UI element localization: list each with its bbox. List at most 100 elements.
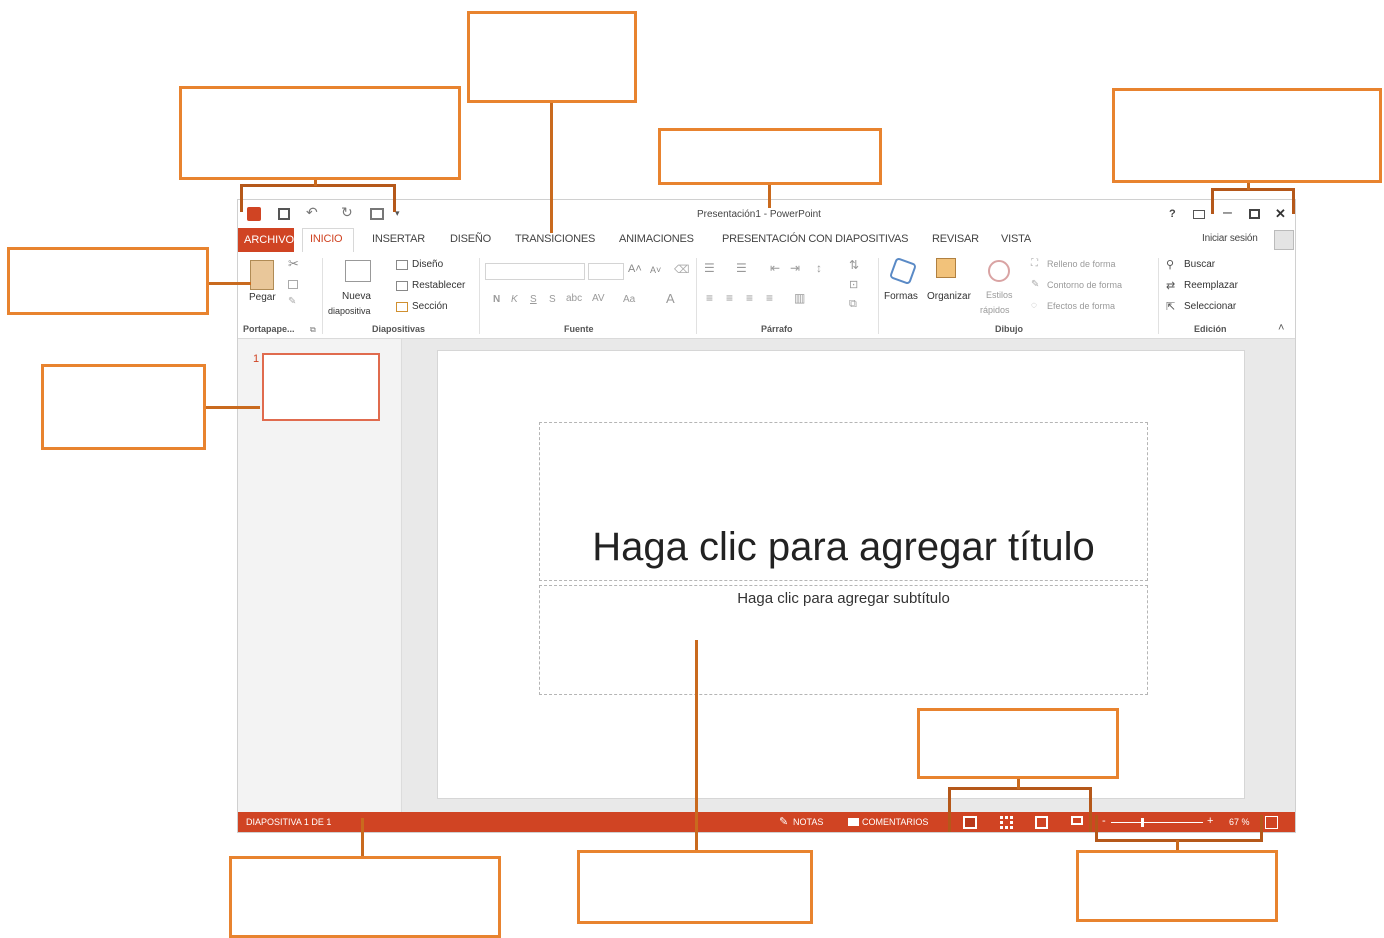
line-spacing-icon[interactable]: ↕ xyxy=(816,261,822,275)
align-center-icon[interactable]: ≡ xyxy=(726,291,733,305)
arrange-icon[interactable] xyxy=(936,258,956,278)
clipboard-group-label: Portapape... xyxy=(243,324,295,334)
new-slide-label-2[interactable]: diapositiva xyxy=(328,306,371,316)
tab-inicio[interactable]: INICIO xyxy=(310,233,343,245)
shape-outline-button[interactable]: Contorno de forma xyxy=(1047,280,1122,290)
shape-fill-button[interactable]: Relleno de forma xyxy=(1047,259,1116,269)
tab-vista[interactable]: VISTA xyxy=(1001,233,1031,245)
select-icon[interactable]: ⇱ xyxy=(1166,300,1175,313)
callout-title-bar xyxy=(658,128,882,185)
cut-icon[interactable]: ✂ xyxy=(288,256,299,272)
find-button[interactable]: Buscar xyxy=(1184,259,1215,270)
align-text-icon[interactable]: ⊡ xyxy=(849,278,858,291)
paste-icon[interactable] xyxy=(250,260,274,290)
layout-button[interactable]: Diseño xyxy=(412,259,443,270)
callout-slide-thumbnails xyxy=(41,364,206,450)
align-left-icon[interactable]: ≡ xyxy=(706,291,713,305)
separator xyxy=(878,258,879,334)
collapse-ribbon-icon[interactable]: ˄ xyxy=(1278,322,1284,334)
copy-icon[interactable] xyxy=(288,280,298,289)
shape-outline-icon[interactable]: ✎ xyxy=(1031,279,1039,290)
paste-button[interactable]: Pegar xyxy=(249,292,276,303)
shrink-font-icon[interactable]: A˅ xyxy=(650,265,661,275)
slide-area-leader xyxy=(695,640,698,852)
title-placeholder[interactable]: Haga clic para agregar título xyxy=(539,422,1148,581)
editing-group-label: Edición xyxy=(1194,324,1227,334)
replace-button[interactable]: Reemplazar xyxy=(1184,280,1238,291)
ribbon: Pegar ✂ ✎ Portapape... ⧉ Nueva diapositi… xyxy=(238,252,1295,339)
fit-to-window-icon[interactable] xyxy=(1265,816,1278,829)
quick-styles-icon[interactable] xyxy=(988,260,1010,282)
clear-format-icon[interactable]: ⌫ xyxy=(674,263,690,276)
columns-icon[interactable]: ▥ xyxy=(794,291,805,305)
select-button[interactable]: Seleccionar xyxy=(1184,301,1236,312)
slide-number: 1 xyxy=(253,353,260,365)
tab-transiciones[interactable]: TRANSICIONES xyxy=(515,233,595,245)
comments-icon[interactable] xyxy=(848,818,859,826)
quick-styles-label-1[interactable]: Estilos xyxy=(986,290,1013,300)
tab-archivo[interactable]: ARCHIVO xyxy=(238,228,294,252)
align-right-icon[interactable]: ≡ xyxy=(746,291,753,305)
grow-font-icon[interactable]: A˄ xyxy=(628,263,642,275)
shapes-icon[interactable] xyxy=(888,256,918,286)
format-painter-icon[interactable]: ✎ xyxy=(288,296,296,307)
replace-icon[interactable]: ⇄ xyxy=(1166,279,1175,292)
callout-ribbon xyxy=(7,247,209,315)
window-controls-bracket xyxy=(1211,188,1295,214)
reset-button[interactable]: Restablecer xyxy=(412,280,465,291)
shape-effects-icon[interactable]: ◌ xyxy=(1031,300,1037,311)
title-leader xyxy=(768,183,771,208)
arrange-button[interactable]: Organizar xyxy=(927,291,971,302)
shadow-button[interactable]: S xyxy=(549,294,556,305)
sign-in-link[interactable]: Iniciar sesión xyxy=(1202,233,1258,244)
smartart-icon[interactable]: ⧉ xyxy=(849,298,857,311)
slide-canvas[interactable]: Haga clic para agregar título Haga clic … xyxy=(437,350,1245,799)
numbering-icon[interactable]: ☰ xyxy=(736,261,747,275)
font-name-select[interactable] xyxy=(485,263,585,280)
char-spacing-icon[interactable]: AV xyxy=(592,293,605,304)
notes-button[interactable]: NOTAS xyxy=(793,817,823,827)
shapes-button[interactable]: Formas xyxy=(884,291,918,302)
change-case-button[interactable]: Aa xyxy=(623,294,635,305)
tab-animaciones[interactable]: ANIMACIONES xyxy=(619,233,694,245)
thumbnail-leader xyxy=(204,406,260,409)
title-bar: ↶ ↻ ▾ Presentación1 - PowerPoint ? – ✕ xyxy=(238,200,1295,228)
tab-presentacion[interactable]: PRESENTACIÓN CON DIAPOSITIVAS xyxy=(722,233,909,245)
decrease-indent-icon[interactable]: ⇤ xyxy=(770,261,780,275)
comments-button[interactable]: COMENTARIOS xyxy=(862,817,928,827)
new-slide-label-1[interactable]: Nueva xyxy=(342,291,371,302)
user-avatar-icon[interactable] xyxy=(1274,230,1294,250)
strikethrough-icon[interactable]: abc xyxy=(566,293,582,304)
reset-icon[interactable] xyxy=(396,281,408,291)
subtitle-placeholder-text: Haga clic para agregar subtítulo xyxy=(737,590,950,607)
help-button[interactable]: ? xyxy=(1169,208,1176,220)
find-icon[interactable]: ⚲ xyxy=(1166,258,1174,271)
status-leader xyxy=(361,818,364,858)
justify-icon[interactable]: ≡ xyxy=(766,291,773,305)
bullets-icon[interactable]: ☰ xyxy=(704,261,715,275)
text-direction-icon[interactable]: ⇅ xyxy=(849,258,859,272)
notes-icon[interactable]: ✎ xyxy=(779,815,788,828)
underline-button[interactable]: S xyxy=(530,294,537,305)
views-bracket xyxy=(948,787,1092,832)
increase-indent-icon[interactable]: ⇥ xyxy=(790,261,800,275)
new-slide-icon[interactable] xyxy=(345,260,371,282)
tab-insertar[interactable]: INSERTAR xyxy=(372,233,425,245)
tab-diseno[interactable]: DISEÑO xyxy=(450,233,491,245)
subtitle-placeholder[interactable]: Haga clic para agregar subtítulo xyxy=(539,585,1148,695)
section-icon[interactable] xyxy=(396,302,408,312)
italic-button[interactable]: K xyxy=(511,294,518,305)
shape-fill-icon[interactable]: ⛶ xyxy=(1031,258,1038,269)
section-button[interactable]: Sección xyxy=(412,301,448,312)
shape-effects-button[interactable]: Efectos de forma xyxy=(1047,301,1115,311)
quick-styles-label-2[interactable]: rápidos xyxy=(980,305,1010,315)
tab-revisar[interactable]: REVISAR xyxy=(932,233,979,245)
ribbon-display-options-icon[interactable] xyxy=(1193,210,1205,219)
bold-button[interactable]: N xyxy=(493,294,500,305)
font-size-select[interactable] xyxy=(588,263,624,280)
zoom-bracket xyxy=(1095,815,1263,842)
slide-thumbnail[interactable] xyxy=(262,353,380,421)
clipboard-launcher-icon[interactable]: ⧉ xyxy=(310,325,316,335)
layout-icon[interactable] xyxy=(396,260,408,270)
font-color-icon[interactable]: A xyxy=(666,291,675,306)
